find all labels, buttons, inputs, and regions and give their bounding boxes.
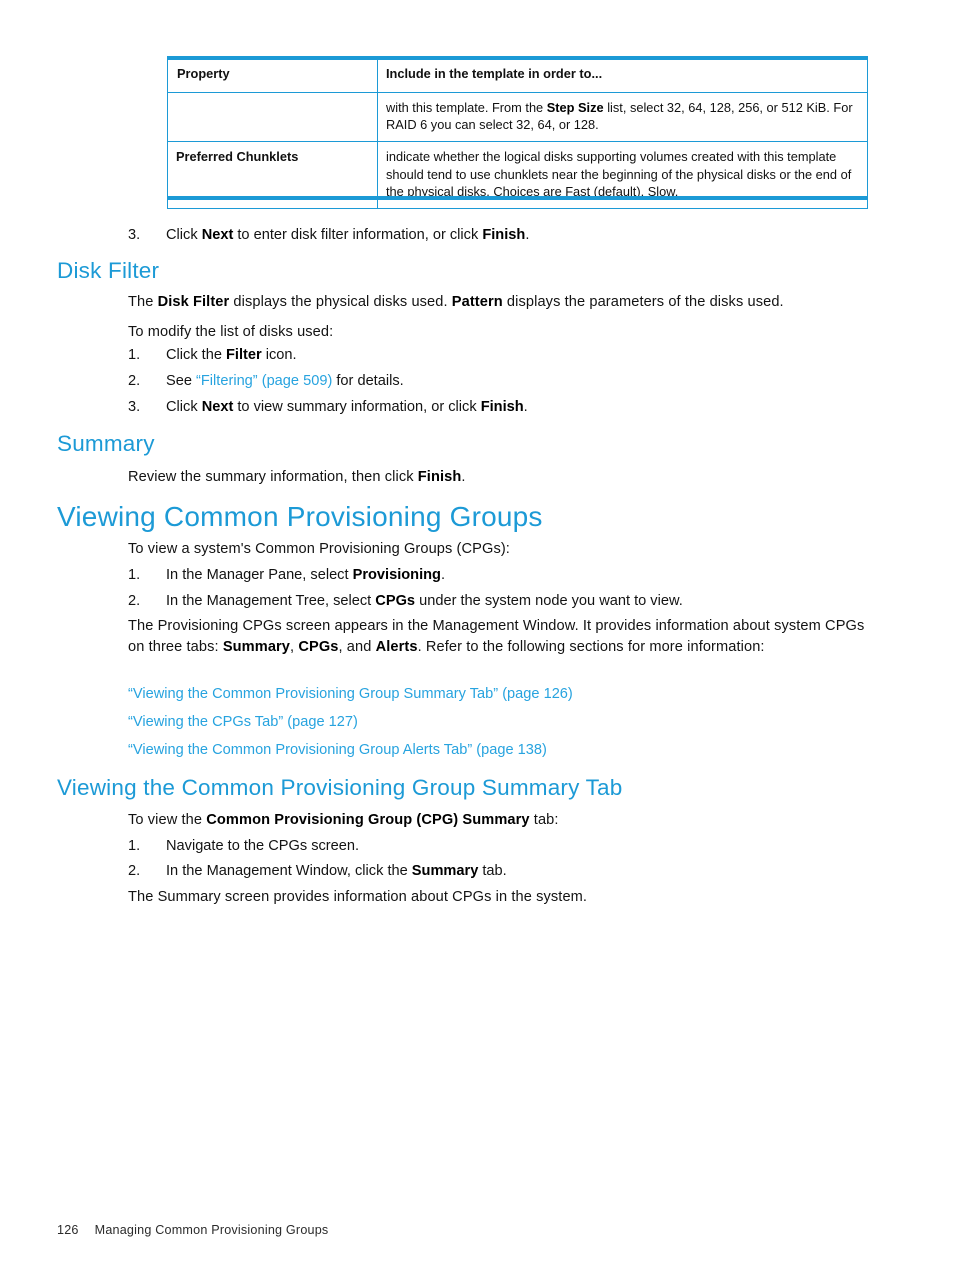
summary-text: Review the summary information, then cli… — [128, 467, 868, 488]
text-bold: Common Provisioning Group (CPG) Summary — [206, 812, 530, 828]
list-item-number: 2. — [128, 863, 141, 879]
text-run: for details. — [332, 373, 404, 389]
text-bold: Next — [201, 227, 234, 243]
footer-page-number: 126 — [57, 1223, 79, 1237]
page-footer: 126 Managing Common Provisioning Groups — [57, 1223, 328, 1237]
text-run: See — [166, 373, 197, 389]
list-item: 3. Click Next to view summary informatio… — [128, 397, 868, 418]
heading-disk-filter: Disk Filter — [57, 258, 160, 283]
list-item-text: In the Management Window, click the Summ… — [166, 861, 868, 882]
list-item: 2. In the Management Tree, select CPGs u… — [128, 591, 868, 612]
heading-viewing-common-provisioning-groups: Viewing Common Provisioning Groups — [57, 501, 543, 532]
list-item-number: 3. — [128, 399, 141, 415]
heading-summary: Summary — [57, 431, 155, 456]
text-bold: CPGs — [298, 638, 339, 655]
list-item-text: In the Manager Pane, select Provisioning… — [166, 565, 868, 586]
list-item: 2. See “Filtering” (page 509) for detail… — [128, 371, 868, 392]
cross-reference-link-summary-tab[interactable]: “Viewing the Common Provisioning Group S… — [128, 684, 573, 705]
text-bold: Finish — [417, 469, 462, 485]
text-bold: Disk Filter — [157, 294, 230, 310]
list-item-text: Navigate to the CPGs screen. — [166, 836, 868, 857]
text-run: tab: — [529, 812, 559, 828]
text-run: Navigate to the CPGs screen. — [166, 838, 360, 854]
text-run: . — [440, 567, 446, 583]
text-run: Click — [166, 227, 202, 243]
desc-pre: indicate whether the logical disks suppo… — [386, 148, 852, 200]
text-run: In the Management Window, click the — [166, 863, 412, 879]
text-run: The — [128, 294, 158, 310]
text-run: , and — [338, 638, 376, 655]
list-item-text: See “Filtering” (page 509) for details. — [166, 371, 868, 392]
disk-filter-lead: To modify the list of disks used: — [128, 324, 334, 340]
text-run: to view summary information, or click — [233, 399, 481, 415]
list-item-text: Click the Filter icon. — [166, 345, 868, 366]
text-run: Click — [166, 399, 202, 415]
table-cell-property — [167, 91, 378, 142]
text-bold: Pattern — [451, 294, 503, 310]
text-bold: Next — [201, 399, 234, 415]
text-bold: Finish — [480, 399, 524, 415]
table-row: with this template. From the Step Size l… — [167, 91, 868, 142]
property-table: Property Include in the template in orde… — [167, 56, 868, 209]
list-item-number: 1. — [128, 838, 141, 854]
text-bold: Provisioning — [352, 567, 441, 583]
list-item-number: 2. — [128, 593, 141, 609]
text-run: under the system node you want to view. — [415, 593, 683, 609]
text-run: Click the — [166, 347, 227, 363]
text-run: . — [525, 227, 530, 243]
text-run: displays the physical disks used. — [229, 294, 452, 310]
text-bold: CPGs — [375, 593, 416, 609]
text-run: Review the summary information, then cli… — [128, 469, 418, 485]
text-run: to enter disk filter information, or cli… — [233, 227, 483, 243]
table-cell-description: with this template. From the Step Size l… — [377, 91, 868, 142]
list-item: 2. In the Management Window, click the S… — [128, 861, 868, 882]
text-bold: Filter — [226, 347, 262, 363]
list-item-text: In the Management Tree, select CPGs unde… — [166, 591, 868, 612]
list-item: 1. Click the Filter icon. — [128, 345, 868, 366]
heading-viewing-cpg-summary-tab: Viewing the Common Provisioning Group Su… — [57, 775, 623, 800]
text-run: . — [523, 399, 528, 415]
table-header-property: Property — [167, 56, 378, 93]
text-bold: Finish — [482, 227, 526, 243]
text-run: In the Manager Pane, select — [166, 567, 353, 583]
text-run: In the Management Tree, select — [166, 593, 376, 609]
text-bold: Summary — [411, 863, 479, 879]
text-bold: Summary — [222, 638, 291, 655]
text-bold: Alerts — [375, 638, 418, 655]
text-run: tab. — [478, 863, 507, 879]
viewing-cpgs-intro: To view a system's Common Provisioning G… — [128, 541, 510, 557]
list-item: 1. Navigate to the CPGs screen. — [128, 836, 868, 857]
text-run: . — [461, 469, 466, 485]
list-item: 3. Click Next to enter disk filter infor… — [128, 225, 868, 246]
table-header-row: Property Include in the template in orde… — [167, 56, 868, 93]
cross-reference-link-alerts-tab[interactable]: “Viewing the Common Provisioning Group A… — [128, 740, 547, 761]
desc-bold: Step Size — [546, 99, 604, 115]
desc-pre: with this template. From the — [386, 99, 547, 115]
cross-reference-link-cpgs-tab[interactable]: “Viewing the CPGs Tab” (page 127) — [128, 712, 358, 733]
list-item-number: 1. — [128, 347, 141, 363]
document-page: Property Include in the template in orde… — [0, 0, 954, 1271]
cpg-summary-tab-intro: To view the Common Provisioning Group (C… — [128, 810, 868, 831]
table-bottom-rule — [167, 196, 867, 200]
viewing-cpgs-paragraph: The Provisioning CPGs screen appears in … — [128, 616, 868, 657]
table-header-include: Include in the template in order to... — [377, 56, 868, 93]
text-run: To view the — [128, 812, 207, 828]
list-item-number: 1. — [128, 567, 141, 583]
list-item-text: Click Next to view summary information, … — [166, 397, 868, 418]
disk-filter-intro: The Disk Filter displays the physical di… — [128, 292, 868, 313]
list-item: 1. In the Manager Pane, select Provision… — [128, 565, 868, 586]
list-item-number: 2. — [128, 373, 141, 389]
text-run: icon. — [261, 347, 297, 363]
footer-chapter-title: Managing Common Provisioning Groups — [94, 1223, 329, 1237]
cross-reference-link-filtering[interactable]: “Filtering” (page 509) — [196, 373, 332, 389]
text-run: . Refer to the following sections for mo… — [417, 638, 765, 655]
list-item-text: Click Next to enter disk filter informat… — [166, 225, 868, 246]
text-run: displays the parameters of the disks use… — [502, 294, 784, 310]
list-item-number: 3. — [128, 227, 141, 243]
cpg-summary-tab-closing: The Summary screen provides information … — [128, 889, 588, 905]
